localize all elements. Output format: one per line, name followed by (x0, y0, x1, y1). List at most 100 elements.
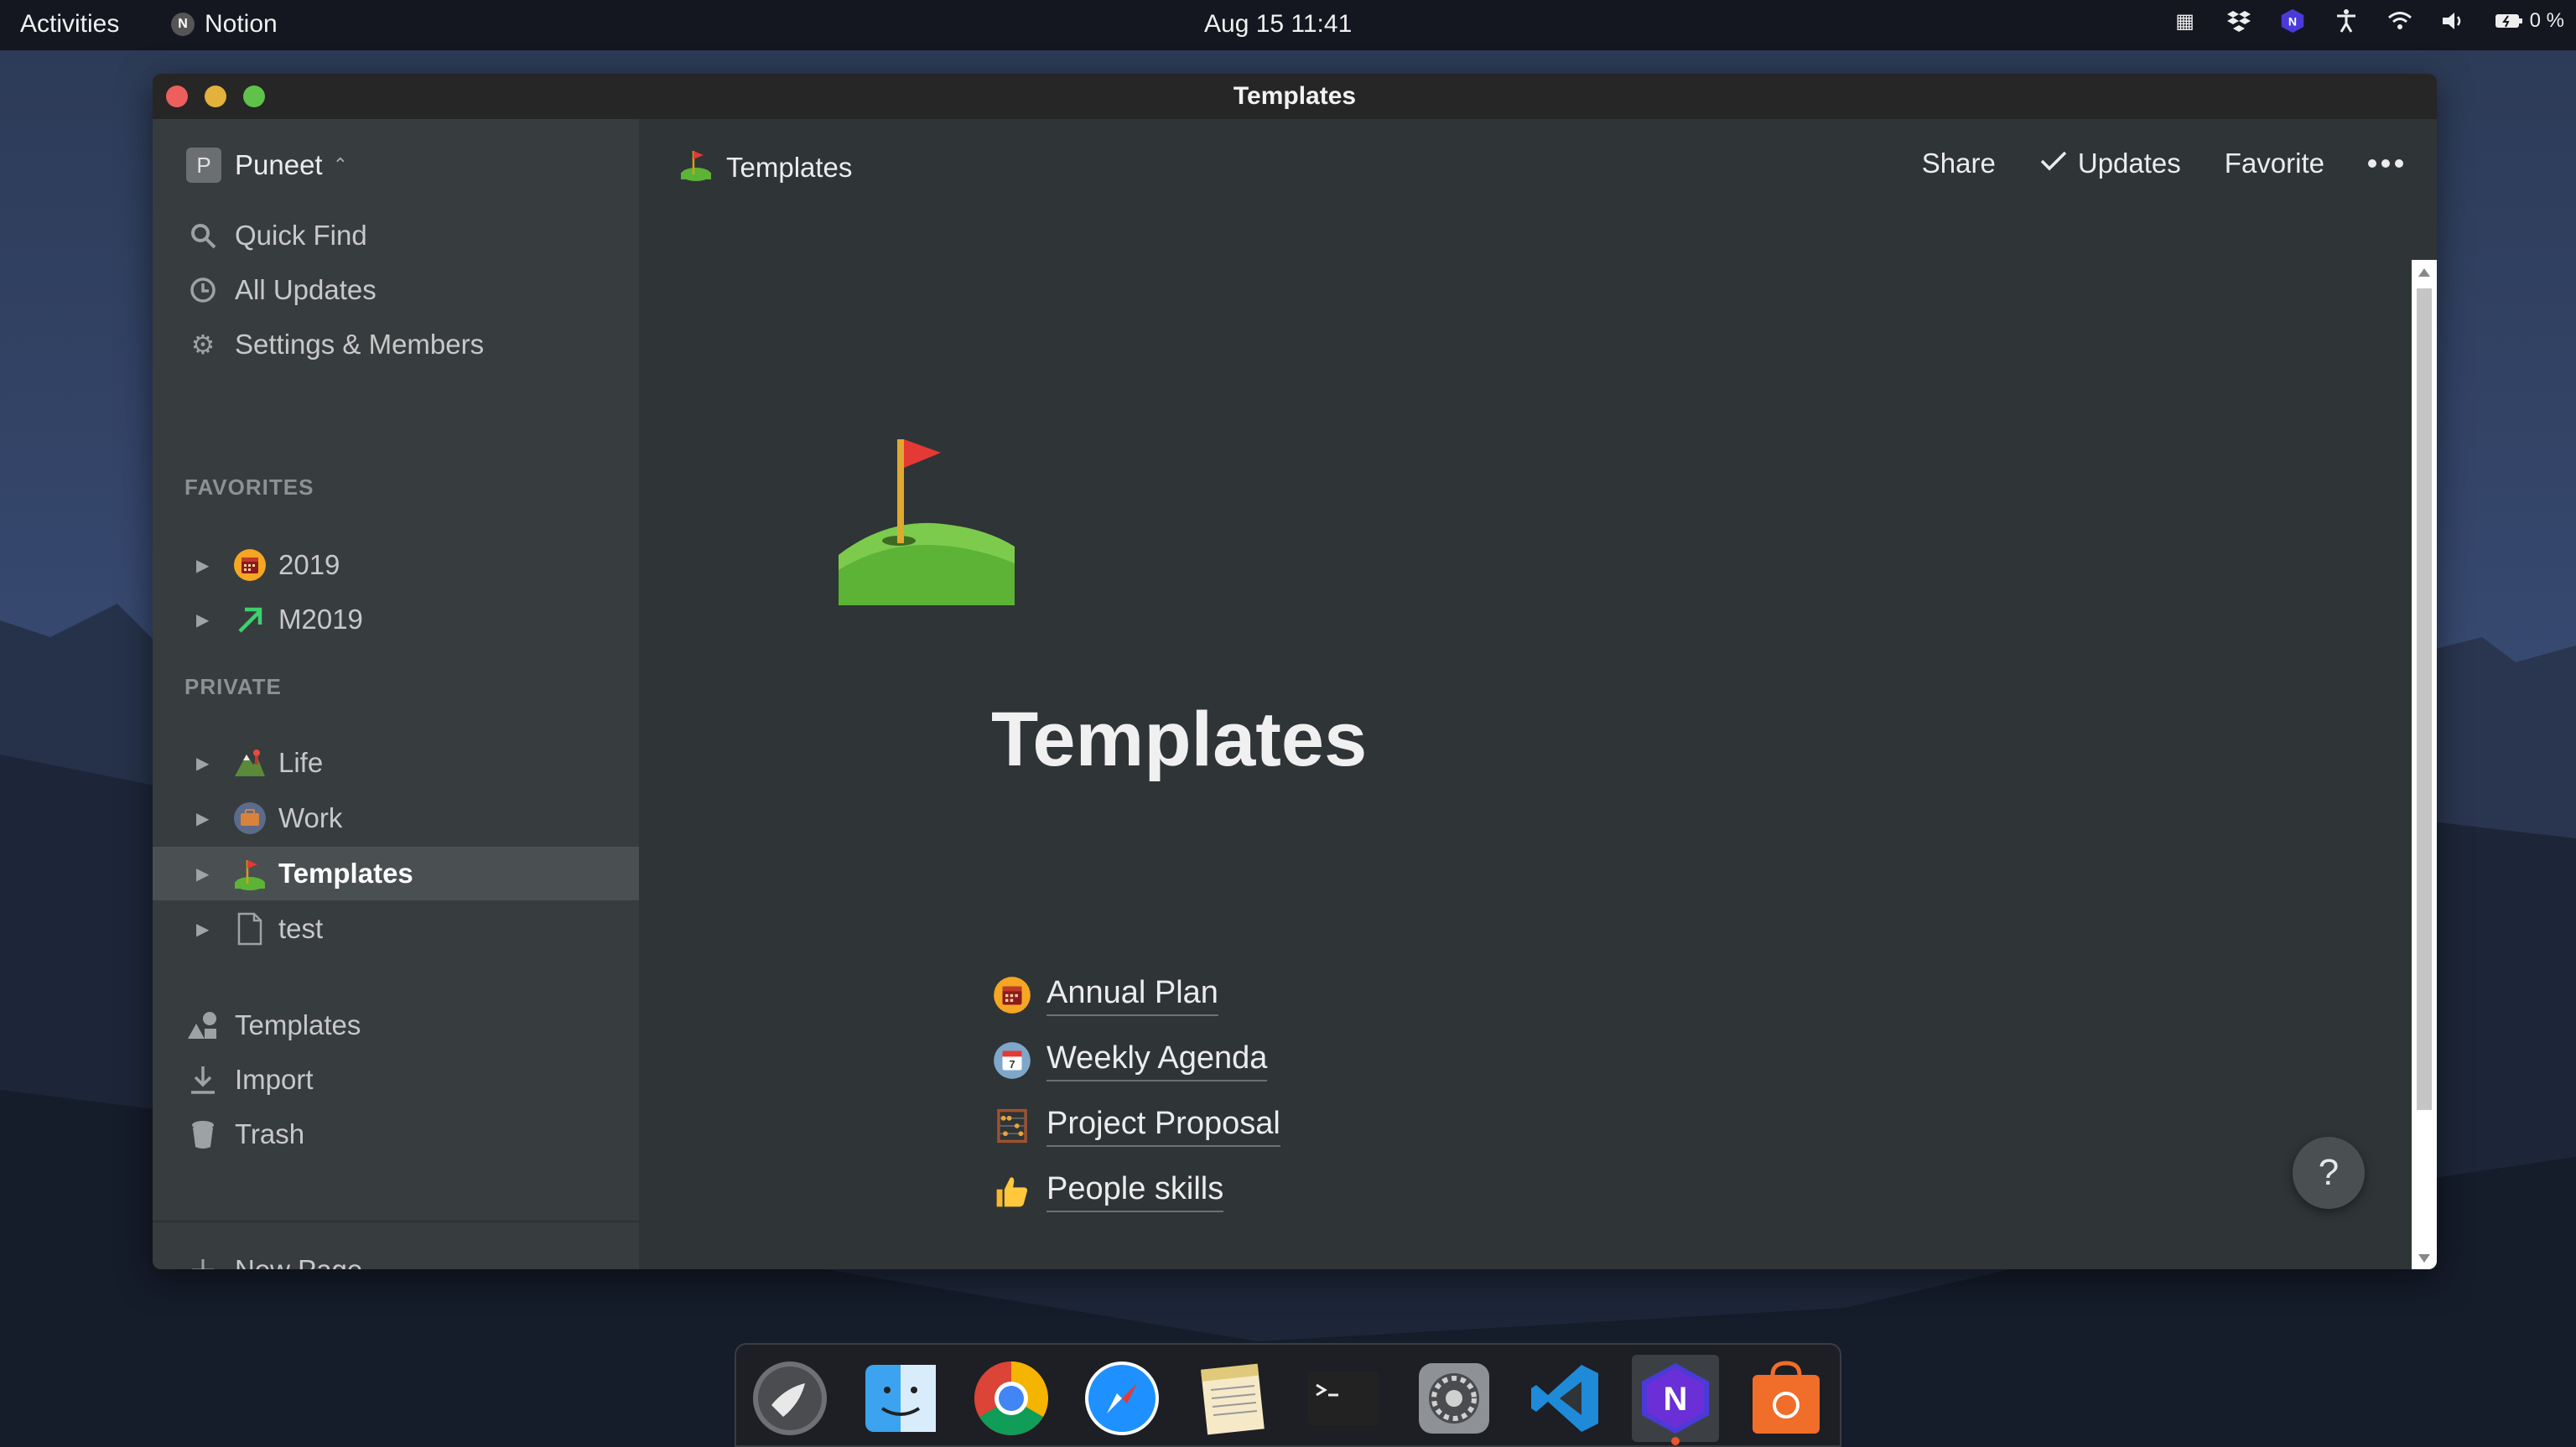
software-store-icon[interactable] (1742, 1355, 1830, 1442)
share-button[interactable]: Share (1922, 148, 1996, 179)
sidebar-item-life[interactable]: ▶ Life (153, 736, 639, 790)
golf-flag-emoji-icon (679, 148, 713, 188)
svg-text:N: N (2288, 14, 2297, 28)
sidebar-item-2019[interactable]: ▶ 2019 (153, 538, 639, 592)
workspace-switcher[interactable]: P Puneet ⌃ (186, 148, 348, 183)
mountain-emoji-icon (231, 744, 268, 781)
sidebar-item-label: Trash (235, 1118, 305, 1149)
top-bar: Activities N Notion Aug 15 11:41 ▦ N 0 % (0, 0, 2576, 50)
safari-icon[interactable] (1078, 1355, 1166, 1442)
search-icon (186, 219, 220, 252)
sidebar-item-label: All Updates (235, 274, 377, 305)
sidebar-item-templates-gallery[interactable]: Templates (186, 1004, 361, 1046)
notion-window: Templates P Puneet ⌃ Quick Find All Upda… (153, 74, 2437, 1269)
sidebar-item-trash[interactable]: Trash (186, 1113, 304, 1155)
download-icon (186, 1063, 220, 1097)
avatar: P (186, 148, 221, 183)
sidebar-item-label: Quick Find (235, 220, 367, 251)
clock-icon (186, 273, 220, 307)
scrollbar[interactable] (2412, 260, 2437, 1269)
wifi-icon[interactable] (2387, 8, 2412, 34)
expand-arrow-icon[interactable]: ▶ (196, 555, 209, 576)
page-golf-flag-icon[interactable] (832, 429, 1025, 622)
volume-icon[interactable] (2441, 8, 2466, 34)
page-link-label: People skills (1046, 1171, 1224, 1212)
sidebar-item-import[interactable]: Import (186, 1059, 314, 1101)
sidebar-item-settings[interactable]: ⚙ Settings & Members (186, 324, 484, 366)
expand-arrow-icon[interactable]: ▶ (196, 609, 209, 630)
dropbox-icon[interactable] (2226, 8, 2251, 34)
terminal-icon[interactable] (1300, 1355, 1387, 1442)
sidebar-item-label: 2019 (278, 549, 340, 580)
scrollbar-thumb[interactable] (2417, 288, 2432, 1110)
sidebar-item-label: Templates (235, 1009, 361, 1040)
more-options-icon[interactable] (2368, 159, 2403, 168)
notes-icon[interactable] (1189, 1355, 1276, 1442)
chevron-updown-icon: ⌃ (332, 154, 349, 175)
battery-icon[interactable]: 0 % (2495, 8, 2564, 34)
favorite-button[interactable]: Favorite (2225, 148, 2324, 179)
svg-text:7: 7 (1009, 1059, 1015, 1071)
sidebar-item-test[interactable]: ▶ test (153, 902, 639, 956)
shapes-icon (186, 1009, 220, 1042)
sidebar-item-label: test (278, 913, 324, 944)
expand-arrow-icon[interactable]: ▶ (196, 753, 209, 774)
abacus-emoji-icon (991, 1105, 1033, 1147)
new-page-button[interactable]: New Page (186, 1249, 362, 1269)
updates-label: Updates (2077, 148, 2181, 179)
system-tray[interactable]: ▦ N 0 % (2173, 8, 2564, 34)
clock[interactable]: Aug 15 11:41 (1204, 10, 1352, 39)
accessibility-icon[interactable] (2334, 8, 2359, 34)
plus-icon (186, 1253, 220, 1269)
expand-arrow-icon[interactable]: ▶ (196, 919, 209, 940)
page-actions: Share Updates Favorite (1922, 148, 2403, 179)
help-button[interactable]: ? (2293, 1137, 2365, 1209)
maximize-window-button[interactable] (243, 86, 265, 107)
app-menu[interactable]: N Notion (171, 10, 278, 39)
sidebar-item-all-updates[interactable]: All Updates (186, 269, 377, 311)
page-link-annual-plan[interactable]: Annual Plan (991, 974, 1218, 1016)
svg-text:N: N (1664, 1381, 1688, 1418)
page-link-people-skills[interactable]: People skills (991, 1170, 1224, 1212)
favorites-section-label: FAVORITES (184, 475, 314, 500)
sidebar-item-label: Import (235, 1064, 314, 1095)
app-name: Notion (205, 10, 278, 38)
sidebar-item-label: Settings & Members (235, 329, 485, 360)
chrome-icon[interactable] (968, 1355, 1055, 1442)
finder-icon[interactable] (857, 1355, 944, 1442)
new-page-label: New Page (235, 1254, 362, 1269)
page-header: Templates Share Updates Favorite (639, 119, 2437, 211)
briefcase-emoji-icon (231, 800, 268, 837)
page-link-weekly-agenda[interactable]: 7 Weekly Agenda (991, 1040, 1268, 1081)
page-title[interactable]: Templates (991, 696, 1367, 784)
minimize-window-button[interactable] (205, 86, 226, 107)
running-indicator (1671, 1437, 1680, 1445)
sidebar-item-work[interactable]: ▶ Work (153, 791, 639, 845)
checkmark-icon (2039, 148, 2068, 179)
page-link-label: Annual Plan (1046, 975, 1218, 1016)
window-titlebar[interactable]: Templates (153, 74, 2437, 119)
close-window-button[interactable] (166, 86, 188, 107)
arrow-up-right-icon (231, 601, 268, 638)
expand-arrow-icon[interactable]: ▶ (196, 864, 209, 884)
activities-button[interactable]: Activities (20, 10, 119, 39)
updates-button[interactable]: Updates (2039, 148, 2181, 179)
breadcrumb-label: Templates (726, 152, 853, 183)
notion-icon[interactable]: N (1632, 1355, 1719, 1445)
page-link-project-proposal[interactable]: Project Proposal (991, 1105, 1280, 1147)
sidebar-item-templates[interactable]: ▶ Templates (153, 847, 639, 900)
vscode-icon[interactable] (1521, 1355, 1608, 1442)
sidebar-item-quick-find[interactable]: Quick Find (186, 215, 367, 257)
settings-icon[interactable] (1410, 1355, 1498, 1442)
calendar-emoji-icon (991, 974, 1033, 1016)
launchpad-icon[interactable] (746, 1355, 834, 1442)
scroll-down-arrow-icon[interactable] (2418, 1254, 2430, 1263)
sidebar-item-m2019[interactable]: ▶ M2019 (153, 593, 639, 646)
notion-tray-icon[interactable]: N (2280, 8, 2305, 34)
grid-icon[interactable]: ▦ (2173, 8, 2198, 34)
scroll-up-arrow-icon[interactable] (2418, 268, 2430, 277)
thumbs-up-emoji-icon (991, 1170, 1033, 1212)
expand-arrow-icon[interactable]: ▶ (196, 808, 209, 829)
breadcrumb[interactable]: Templates (679, 148, 852, 188)
golf-flag-emoji-icon (231, 855, 268, 892)
